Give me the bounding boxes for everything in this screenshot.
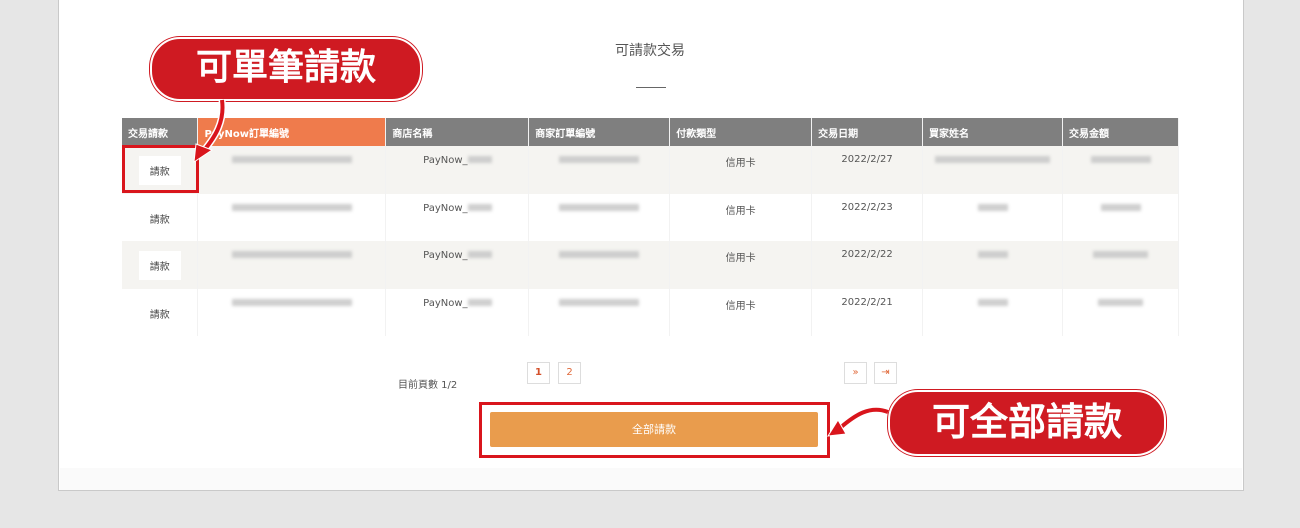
paynow-order-cell xyxy=(197,288,387,336)
payment-type: 信用卡 xyxy=(725,300,756,312)
col-header-payment-type: 付款類型 xyxy=(669,118,813,146)
title-underline xyxy=(636,87,666,88)
request-button[interactable]: 請款 xyxy=(138,251,181,280)
redacted-store-suffix xyxy=(467,251,492,258)
store-name: PayNow_ xyxy=(423,250,468,261)
panel-footer xyxy=(60,468,1242,490)
col-header-buyer-name: 買家姓名 xyxy=(922,118,1063,146)
request-button[interactable]: 請款 xyxy=(139,299,181,328)
date-cell: 2022/2/22 xyxy=(811,241,924,289)
redacted-order-no xyxy=(231,203,352,211)
single-request-highlight xyxy=(122,145,199,193)
paynow-order-cell xyxy=(197,146,387,194)
redacted-amount xyxy=(1100,203,1141,211)
merchant-order-cell xyxy=(528,288,671,336)
payment-type-cell: 信用卡 xyxy=(669,146,813,194)
table-header-row: 交易請款 PayNow訂單編號 商店名稱 商家訂單編號 付款類型 交易日期 買家… xyxy=(122,118,1179,146)
merchant-order-cell xyxy=(528,241,671,289)
date-cell: 2022/2/21 xyxy=(811,288,924,336)
store-name: PayNow_ xyxy=(423,297,468,309)
payment-type-cell: 信用卡 xyxy=(669,288,813,336)
page-indicator: 目前頁數 1/2 xyxy=(398,380,458,391)
payment-type: 信用卡 xyxy=(725,253,756,264)
col-header-transaction-date: 交易日期 xyxy=(811,118,924,146)
col-header-paynow-order-no[interactable]: PayNow訂單編號 xyxy=(197,118,387,146)
request-all-highlight xyxy=(479,402,830,458)
request-cell: 請款 xyxy=(122,193,199,241)
store-name: PayNow_ xyxy=(423,155,468,166)
last-page-button[interactable]: ⇥ xyxy=(874,362,897,384)
col-header-store-name: 商店名稱 xyxy=(385,118,530,146)
buyer-name-cell xyxy=(922,288,1063,336)
date-cell: 2022/2/27 xyxy=(811,146,924,194)
redacted-order-no xyxy=(231,298,352,306)
redacted-order-no xyxy=(231,156,352,163)
date-cell: 2022/2/23 xyxy=(811,193,924,241)
buyer-name-cell xyxy=(922,241,1063,289)
paynow-order-cell xyxy=(197,193,387,241)
request-cell: 請款 xyxy=(122,288,199,336)
transactions-table: 交易請款 PayNow訂單編號 商店名稱 商家訂單編號 付款類型 交易日期 買家… xyxy=(122,118,1179,336)
table-row: 請款 PayNow_ 信用卡 2022/2/23 xyxy=(122,193,1179,241)
redacted-buyer-name xyxy=(977,203,1008,211)
col-header-merchant-order-no: 商家訂單編號 xyxy=(528,118,671,146)
payment-type: 信用卡 xyxy=(725,205,756,217)
redacted-amount xyxy=(1090,156,1151,163)
transaction-date: 2022/2/23 xyxy=(841,201,893,213)
redacted-amount xyxy=(1098,298,1143,306)
buyer-name-cell xyxy=(922,146,1063,194)
amount-cell xyxy=(1062,288,1179,336)
redacted-merchant-order xyxy=(559,298,640,306)
table-row: 請款 PayNow_ 信用卡 2022/2/27 xyxy=(122,146,1179,194)
paynow-order-cell xyxy=(197,241,387,289)
redacted-merchant-order xyxy=(559,251,640,258)
amount-cell xyxy=(1062,193,1179,241)
redacted-store-suffix xyxy=(467,298,492,306)
amount-cell xyxy=(1062,146,1179,194)
col-header-amount: 交易金額 xyxy=(1062,118,1179,146)
payment-type: 信用卡 xyxy=(725,158,756,169)
redacted-merchant-order xyxy=(559,156,640,163)
redacted-merchant-order xyxy=(559,203,640,211)
redacted-buyer-name xyxy=(935,156,1051,163)
request-all-callout: 可全部請款 xyxy=(888,390,1166,456)
redacted-buyer-name xyxy=(977,298,1008,306)
transaction-date: 2022/2/22 xyxy=(841,249,893,260)
store-name-cell: PayNow_ xyxy=(385,146,530,194)
single-request-callout: 可單筆請款 xyxy=(150,37,422,101)
redacted-buyer-name xyxy=(977,251,1008,258)
merchant-order-cell xyxy=(528,193,671,241)
payment-type-cell: 信用卡 xyxy=(669,241,813,289)
buyer-name-cell xyxy=(922,193,1063,241)
merchant-order-cell xyxy=(528,146,671,194)
request-button[interactable]: 請款 xyxy=(139,204,181,233)
page-button-2[interactable]: 2 xyxy=(558,362,581,384)
col-header-request: 交易請款 xyxy=(122,118,199,146)
store-name-cell: PayNow_ xyxy=(385,193,530,241)
page-button-1[interactable]: 1 xyxy=(527,362,550,384)
store-name-cell: PayNow_ xyxy=(385,288,530,336)
transaction-date: 2022/2/21 xyxy=(841,296,893,308)
amount-cell xyxy=(1062,241,1179,289)
redacted-amount xyxy=(1093,251,1148,258)
store-name-cell: PayNow_ xyxy=(385,241,530,289)
redacted-order-no xyxy=(231,251,352,258)
transaction-date: 2022/2/27 xyxy=(841,154,893,165)
payment-type-cell: 信用卡 xyxy=(669,193,813,241)
store-name: PayNow_ xyxy=(423,202,468,214)
redacted-store-suffix xyxy=(467,156,492,163)
table-row: 請款 PayNow_ 信用卡 2022/2/22 xyxy=(122,241,1179,289)
table-row: 請款 PayNow_ 信用卡 2022/2/21 xyxy=(122,288,1179,336)
next-page-button[interactable]: » xyxy=(844,362,867,384)
request-cell: 請款 xyxy=(122,241,199,289)
redacted-store-suffix xyxy=(467,203,492,211)
